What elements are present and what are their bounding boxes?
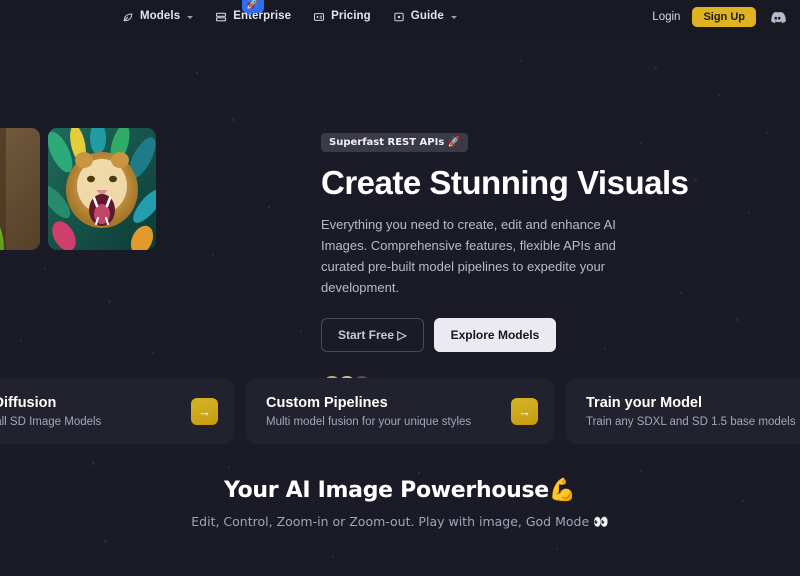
chevron-down-icon: [450, 15, 457, 19]
start-free-button[interactable]: Start Free ▷: [321, 318, 424, 353]
login-link[interactable]: Login: [652, 11, 680, 23]
hero-image-lion[interactable]: [48, 128, 156, 250]
section-subheading: Edit, Control, Zoom-in or Zoom-out. Play…: [191, 514, 609, 529]
arrow-right-icon[interactable]: →: [511, 397, 538, 425]
nav-item-enterprise[interactable]: 🚀 Enterprise: [205, 0, 301, 28]
feature-card-custom-pipelines[interactable]: Custom Pipelines Multi model fusion for …: [246, 378, 554, 445]
hero-subtitle: Everything you need to create, edit and …: [321, 216, 616, 296]
explore-models-button[interactable]: Explore Models: [433, 318, 557, 353]
hero-cta-row: Start Free ▷ Explore Models: [321, 318, 741, 353]
nav-item-label: Models: [140, 10, 181, 23]
card-description: Play with all SD Image Models: [0, 416, 102, 429]
card-title: Train your Model: [586, 395, 703, 411]
hero-copy-block: Superfast REST APIs 🚀 Create Stunning Vi…: [321, 132, 741, 397]
chevron-down-icon: [187, 15, 194, 19]
nav-item-label: Pricing: [331, 10, 371, 23]
powerhouse-section: Your AI Image Powerhouse💪 Edit, Control,…: [0, 478, 800, 530]
card-description: Multi model fusion for your unique style…: [266, 416, 472, 429]
card-icon: [313, 11, 325, 23]
nav-item-label: Guide: [410, 10, 444, 23]
rocket-badge-icon[interactable]: 🚀: [242, 0, 265, 17]
card-title: Stable Diffusion: [0, 395, 57, 411]
nav-item-pricing[interactable]: Pricing: [303, 6, 381, 28]
page-root: Models 🚀 Enterprise Pricing Guide Login …: [0, 0, 800, 576]
nav-item-guide[interactable]: Guide: [383, 6, 467, 28]
signup-button[interactable]: Sign Up: [692, 7, 756, 27]
nav-item-label: Enterprise: [233, 10, 292, 23]
hero-image-gallery: [0, 128, 156, 250]
card-text-block: Custom Pipelines Multi model fusion for …: [266, 394, 471, 428]
top-navigation-bar: Models 🚀 Enterprise Pricing Guide Login …: [0, 0, 800, 34]
card-text-block: Train your Model Train any SDXL and SD 1…: [586, 394, 795, 428]
nav-links-group: Models 🚀 Enterprise Pricing Guide: [112, 0, 467, 28]
hero-badge: Superfast REST APIs 🚀: [321, 133, 469, 152]
hero-section: Superfast REST APIs 🚀 Create Stunning Vi…: [0, 34, 800, 397]
book-icon: [393, 11, 405, 23]
feature-cards-row: Stable Diffusion Play with all SD Image …: [0, 378, 800, 445]
feature-card-stable-diffusion[interactable]: Stable Diffusion Play with all SD Image …: [0, 378, 234, 445]
discord-icon[interactable]: [768, 8, 786, 26]
card-description: Train any SDXL and SD 1.5 base models: [586, 416, 796, 429]
hero-image-portrait[interactable]: [0, 128, 40, 250]
arrow-right-icon[interactable]: →: [191, 397, 218, 425]
feature-card-train-your-model[interactable]: Train your Model Train any SDXL and SD 1…: [566, 378, 800, 445]
leaf-icon: [122, 11, 134, 23]
page-title: Create Stunning Visuals: [321, 164, 689, 201]
nav-actions-group: Login Sign Up: [652, 7, 786, 27]
nav-item-models[interactable]: Models: [112, 6, 203, 28]
section-heading: Your AI Image Powerhouse💪: [223, 478, 577, 503]
card-title: Custom Pipelines: [266, 395, 388, 411]
card-text-block: Stable Diffusion Play with all SD Image …: [0, 394, 101, 428]
server-icon: [215, 11, 227, 23]
